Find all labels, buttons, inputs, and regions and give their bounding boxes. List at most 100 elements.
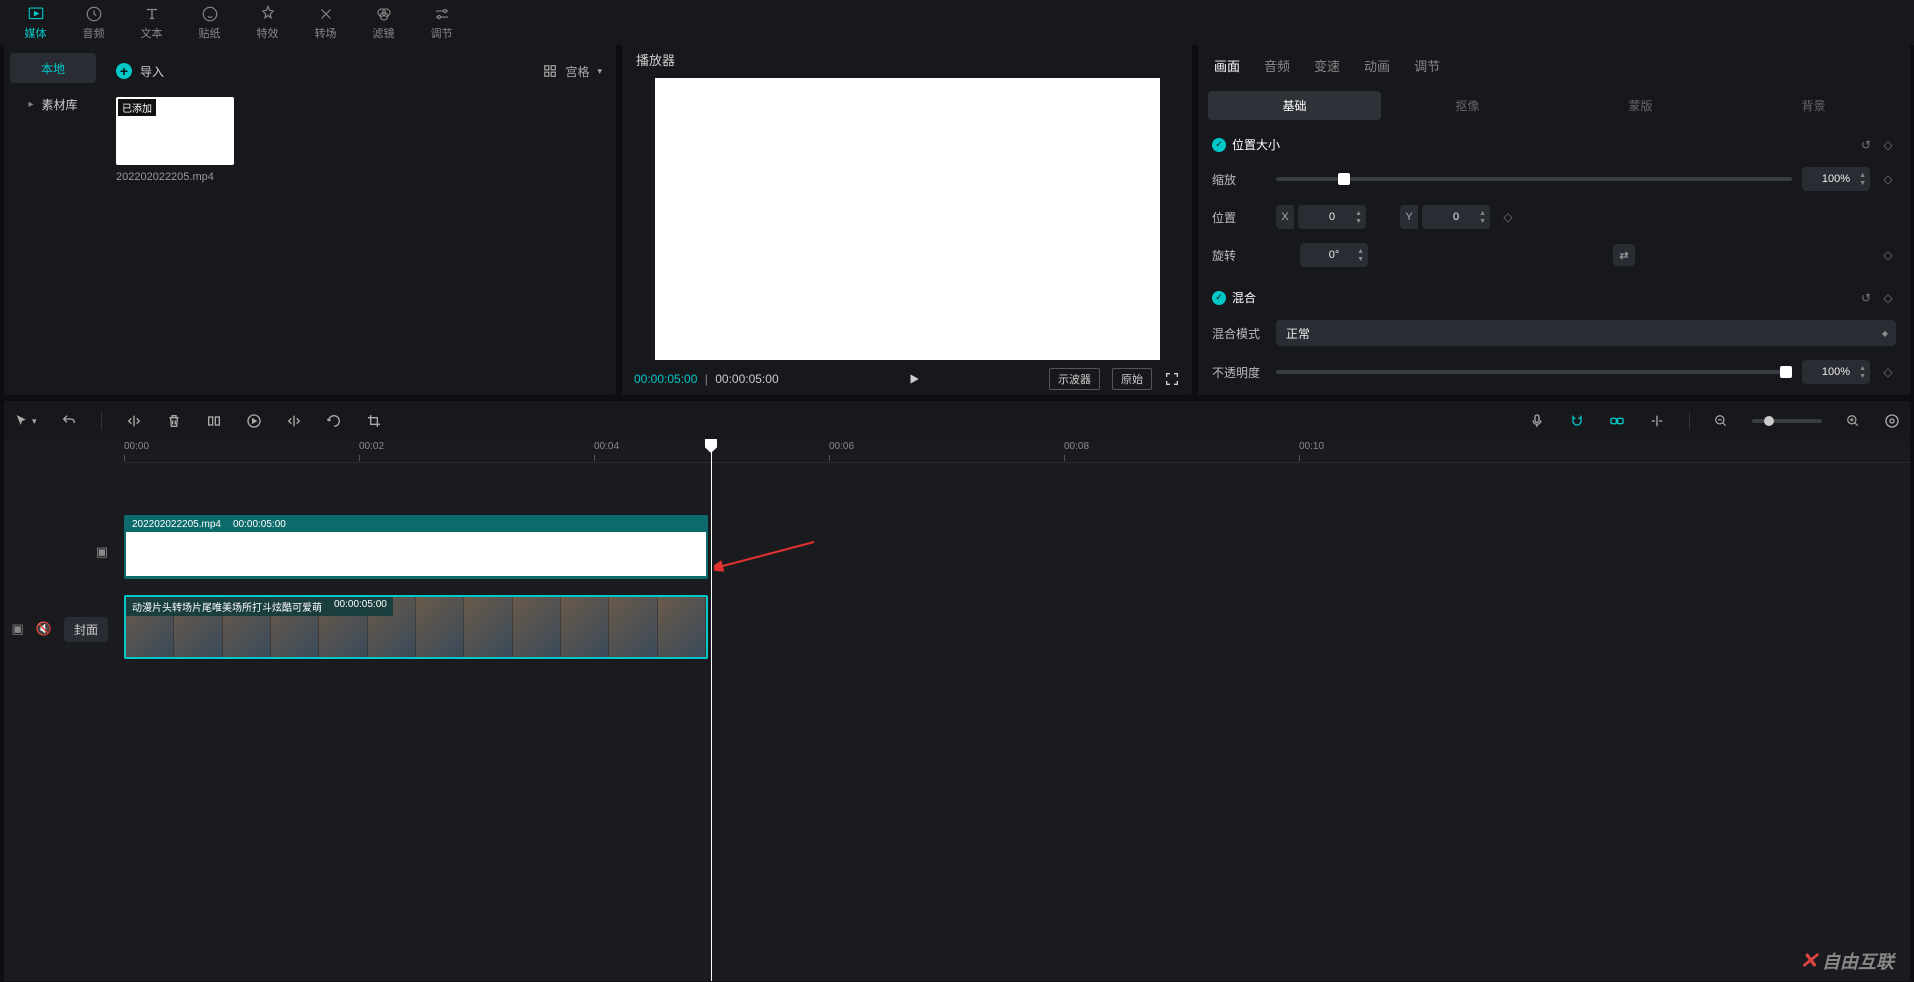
overlay-track-icon[interactable]: ▣ <box>96 544 108 560</box>
media-sidebar: 本地 素材库 <box>4 45 102 395</box>
original-button[interactable]: 原始 <box>1112 368 1152 390</box>
undo-icon <box>61 413 77 429</box>
tab-filter[interactable]: 滤镜 <box>356 0 411 45</box>
tab-text[interactable]: 文本 <box>124 0 179 45</box>
mirror-button[interactable] <box>286 413 302 429</box>
pos-x-input[interactable]: 0▲▼ <box>1298 205 1366 229</box>
magnet-button[interactable] <box>1569 413 1585 429</box>
row-blend-mode: 混合模式 正常 <box>1212 320 1896 346</box>
flip-button[interactable]: ⇄ <box>1613 244 1635 266</box>
media-item[interactable]: 已添加 202202022205.mp4 <box>116 97 234 183</box>
zoom-in-button[interactable] <box>1846 414 1860 428</box>
zoom-slider[interactable] <box>1752 419 1822 423</box>
pos-y-input[interactable]: 0▲▼ <box>1422 205 1490 229</box>
player-title: 播放器 <box>622 45 1192 74</box>
rotate-input[interactable]: 0°▲▼ <box>1300 243 1368 267</box>
section-blend: ✓ 混合 ↺ ◇ <box>1212 289 1896 306</box>
media-item-name: 202202022205.mp4 <box>116 171 234 183</box>
reverse-button[interactable] <box>246 413 262 429</box>
fullscreen-button[interactable] <box>1164 371 1180 387</box>
tab-effect[interactable]: 特效 <box>240 0 295 45</box>
added-badge: 已添加 <box>118 99 156 116</box>
ruler-tick: 00:10 <box>1299 441 1324 452</box>
import-button[interactable]: + 导入 <box>116 63 164 80</box>
annotation-arrow <box>714 537 824 577</box>
timeline-ruler[interactable]: 00:00 00:02 00:04 00:06 00:08 00:10 <box>124 441 1910 463</box>
row-position: 位置 X 0▲▼ Y 0▲▼ ◇ <box>1212 205 1896 229</box>
scale-input[interactable]: 100%▲▼ <box>1802 167 1870 191</box>
top-toolbar: 媒体 音频 文本 贴纸 特效 转场 滤镜 调节 <box>0 0 1914 45</box>
link-button[interactable] <box>1609 413 1625 429</box>
tab-media[interactable]: 媒体 <box>8 0 63 45</box>
blend-mode-select[interactable]: 正常 <box>1276 320 1896 346</box>
zoom-out-button[interactable] <box>1714 414 1728 428</box>
scale-slider[interactable] <box>1276 177 1792 181</box>
check-icon[interactable]: ✓ <box>1212 138 1226 152</box>
row-rotate: 旋转 0°▲▼ ⇄ ◇ <box>1212 243 1896 267</box>
subtab-basic[interactable]: 基础 <box>1208 91 1381 120</box>
keyframe-icon[interactable]: ◇ <box>1880 248 1896 262</box>
play-button[interactable] <box>907 372 921 386</box>
section-blend-label: 混合 <box>1232 289 1256 306</box>
keyframe-icon[interactable]: ◇ <box>1500 210 1516 224</box>
cover-button[interactable]: 封面 <box>64 617 108 642</box>
main-clip[interactable]: 动漫片头转场片尾唯美场所打斗炫酷可爱萌 00:00:05:00 <box>124 595 708 659</box>
scope-button[interactable]: 示波器 <box>1049 368 1100 390</box>
pos-x-label: X <box>1276 205 1294 229</box>
tab-sticker[interactable]: 贴纸 <box>182 0 237 45</box>
keyframe-icon[interactable]: ◇ <box>1880 365 1896 379</box>
opacity-slider[interactable] <box>1276 370 1792 374</box>
keyframe-icon[interactable]: ◇ <box>1880 172 1896 186</box>
tab-transition[interactable]: 转场 <box>298 0 353 45</box>
props-tab-speed[interactable]: 变速 <box>1314 56 1340 75</box>
tracks-area[interactable]: 202202022205.mp4 00:00:05:00 动漫片头转场片尾唯美场… <box>124 463 1910 669</box>
reset-icon[interactable]: ↺ <box>1858 138 1874 152</box>
tab-audio[interactable]: 音频 <box>66 0 121 45</box>
playhead[interactable] <box>711 441 712 981</box>
subtab-mask[interactable]: 抠像 <box>1381 91 1554 120</box>
props-tab-anim[interactable]: 动画 <box>1364 56 1390 75</box>
props-tab-audio[interactable]: 音频 <box>1264 56 1290 75</box>
player-controls: 00:00:05:00 | 00:00:05:00 示波器 原始 <box>622 364 1192 395</box>
preview-button[interactable] <box>1649 413 1665 429</box>
media-panel: 本地 素材库 + 导入 宫格 ▾ 已添加 20 <box>4 45 616 395</box>
player-canvas <box>655 78 1160 360</box>
watermark-text: 自由互联 <box>1822 948 1894 974</box>
props-tab-picture[interactable]: 画面 <box>1214 56 1240 75</box>
audio-mute-icon[interactable]: 🔇 <box>36 621 52 637</box>
crop-button[interactable] <box>366 413 382 429</box>
freeze-button[interactable] <box>206 413 222 429</box>
media-side-library[interactable]: 素材库 <box>10 89 96 119</box>
rotate-button[interactable] <box>326 413 342 429</box>
props-tab-adjust[interactable]: 调节 <box>1414 56 1440 75</box>
subtab-matte[interactable]: 蒙版 <box>1554 91 1727 120</box>
section-position-size: ✓ 位置大小 ↺ ◇ <box>1212 136 1896 153</box>
props-tabs: 画面 音频 变速 动画 调节 <box>1198 45 1910 85</box>
delete-button[interactable] <box>166 413 182 429</box>
reset-icon[interactable]: ↺ <box>1858 291 1874 305</box>
split-button[interactable] <box>126 413 142 429</box>
timeline[interactable]: 00:00 00:02 00:04 00:06 00:08 00:10 ▣ ▣ … <box>4 441 1910 981</box>
zoom-fit-button[interactable] <box>1884 413 1900 429</box>
video-track-icon[interactable]: ▣ <box>12 621 24 637</box>
player-viewport[interactable] <box>622 74 1192 364</box>
check-icon[interactable]: ✓ <box>1212 291 1226 305</box>
clip-duration: 00:00:05:00 <box>334 599 387 614</box>
voiceover-button[interactable] <box>1529 413 1545 429</box>
select-tool[interactable]: ▾ <box>14 413 37 429</box>
opacity-input[interactable]: 100%▲▼ <box>1802 360 1870 384</box>
keyframe-icon[interactable]: ◇ <box>1880 138 1896 152</box>
subtab-bg[interactable]: 背景 <box>1727 91 1900 120</box>
media-side-local[interactable]: 本地 <box>10 53 96 83</box>
undo-button[interactable] <box>61 413 77 429</box>
tab-adjust[interactable]: 调节 <box>414 0 469 45</box>
overlay-clip[interactable]: 202202022205.mp4 00:00:05:00 <box>124 515 708 579</box>
view-mode-button[interactable]: 宫格 ▾ <box>543 63 602 80</box>
split-icon <box>126 413 142 429</box>
timeline-toolbar: ▾ <box>4 401 1910 441</box>
row-opacity: 不透明度 100%▲▼ ◇ <box>1212 360 1896 384</box>
keyframe-icon[interactable]: ◇ <box>1880 291 1896 305</box>
section-pos-label: 位置大小 <box>1232 136 1280 153</box>
opacity-label: 不透明度 <box>1212 364 1266 381</box>
grid-icon <box>543 64 557 78</box>
